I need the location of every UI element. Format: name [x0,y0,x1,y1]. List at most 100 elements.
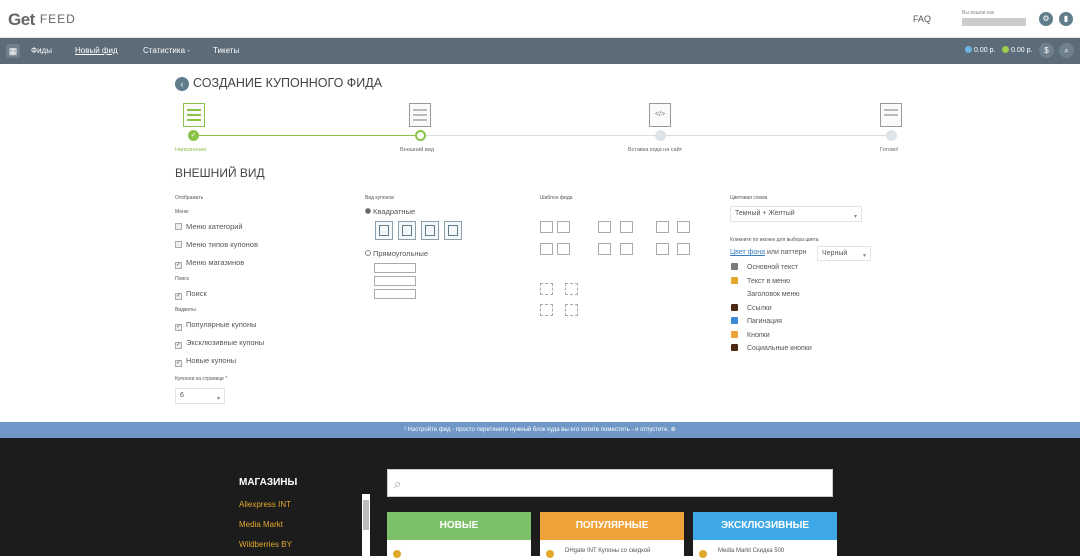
template-thumb[interactable] [598,221,611,233]
color-item[interactable]: Основной текст [731,263,798,271]
close-icon[interactable]: ⊗ [671,427,676,433]
logo[interactable]: Get FEED [8,10,76,30]
checkbox-new[interactable]: ✓ Новые купоны [175,356,236,367]
step-label: Внешний вид [400,147,435,153]
color-swatch[interactable] [731,263,738,270]
shop-link[interactable]: Aliexpress INT [239,500,291,509]
main-nav: ▦ Фиды Новый фид Статистика - Тикеты 0.0… [0,38,1080,64]
template-thumb[interactable] [620,243,633,255]
rect-layout-thumb[interactable] [374,263,416,273]
step-label: Вставка кода на сайт [628,147,683,153]
coupon-preview [387,540,531,558]
template-thumb[interactable] [540,221,553,233]
color-item[interactable]: Кнопки [731,331,770,339]
checkbox[interactable]: ✓ [175,293,182,300]
faq-link[interactable]: FAQ [913,14,931,24]
square-layout-thumb[interactable] [444,221,462,240]
tab-new[interactable]: НОВЫЕ [387,512,531,540]
template-thumb[interactable] [598,243,611,255]
checkbox-menu-shops[interactable]: ✓ Меню магазинов [175,258,244,269]
template-thumb[interactable] [677,243,690,255]
section-title: ВНЕШНИЙ ВИД [175,166,265,180]
pattern-select[interactable]: Черный ▾ [817,246,871,261]
settings-icon[interactable]: ⚙ [1039,12,1053,26]
back-icon[interactable]: ‹ [175,77,189,91]
shop-link[interactable]: Wildberries BY [239,540,292,549]
radio-square[interactable]: Квадратные [365,207,415,216]
balance-2: 0.00 р. [1002,46,1032,54]
per-page-label: Купонов на странице * [175,376,228,382]
color-swatch[interactable] [731,277,738,284]
square-layout-thumb[interactable] [421,221,439,240]
color-swatch[interactable] [731,331,738,338]
template-thumb[interactable] [656,243,669,255]
template-thumb[interactable] [677,221,690,233]
tab-exclusive[interactable]: ЭКСКЛЮЗИВНЫЕ [693,512,837,540]
template-thumb[interactable] [620,221,633,233]
checkbox[interactable] [175,223,182,230]
color-item[interactable]: Социальные кнопки [731,344,812,352]
checkbox-search[interactable]: ✓ Поиск [175,289,207,300]
color-swatch[interactable] [731,344,738,351]
nav-tickets[interactable]: Тикеты [213,46,239,55]
color-swatch[interactable] [731,317,738,324]
color-item[interactable]: Пагинация [731,317,782,325]
dollar-icon[interactable]: $ [1039,43,1054,58]
color-hint: Кликните по иконке для выбора цвета [730,237,819,243]
template-thumb[interactable] [540,243,553,255]
checkbox-exclusive[interactable]: ✓ Эксклюзивные купоны [175,338,264,349]
rect-layout-thumb[interactable] [374,276,416,286]
coin-icon [1002,46,1009,53]
step-label: Готово! [880,147,899,153]
template-thumb[interactable] [557,243,570,255]
coupon-view-heading: Вид купонов [365,195,394,201]
checkbox[interactable] [175,241,182,248]
tab-popular[interactable]: ПОПУЛЯРНЫЕ [540,512,684,540]
step-current-dot [415,130,426,141]
nav-new-feed[interactable]: Новый фид [75,46,118,55]
scrollbar-thumb[interactable] [363,500,369,530]
color-swatch[interactable] [731,304,738,311]
checkbox[interactable]: ✓ [175,342,182,349]
per-page-select[interactable]: 6 ▾ [175,388,225,404]
radio[interactable] [365,208,371,214]
checkbox-popular[interactable]: ✓ Популярные купоны [175,320,257,331]
shop-link[interactable]: Media Markt [239,520,283,529]
template-thumb[interactable] [565,283,578,295]
checkbox-menu-categories[interactable]: Меню категорий [175,222,243,231]
done-step-icon [880,103,902,127]
background-color-link[interactable]: Цвет фона [730,249,765,256]
trash-icon[interactable]: ▮ [1059,12,1073,26]
color-item[interactable]: Заголовок меню [731,290,800,298]
color-item[interactable]: Ссылки [731,304,772,312]
color-swatch[interactable] [731,290,738,297]
search-icon[interactable]: ⌕ [1059,43,1074,58]
square-layout-thumb[interactable] [398,221,416,240]
checkbox[interactable]: ✓ [175,324,182,331]
template-thumb[interactable] [656,221,669,233]
chevron-down-icon: ▾ [853,214,857,220]
radio-rect[interactable]: Прямоугольные [365,249,428,258]
code-step-icon: </> [649,103,671,127]
nav-statistics[interactable]: Статистика - [143,46,190,55]
page-title: СОЗДАНИЕ КУПОННОГО ФИДА [193,76,383,90]
chevron-down-icon: ▾ [216,396,220,402]
template-thumb[interactable] [557,221,570,233]
rect-layout-thumb[interactable] [374,289,416,299]
checkbox-menu-types[interactable]: Меню типов купонов [175,240,258,249]
radio[interactable] [365,250,371,256]
grid-icon[interactable]: ▦ [6,44,20,58]
preview-search-input[interactable]: ⌕ [387,469,833,497]
user-label: Вы вошли как [962,10,995,16]
template-thumb[interactable] [565,304,578,316]
nav-feeds[interactable]: Фиды [31,46,52,55]
template-thumb[interactable] [540,304,553,316]
color-item[interactable]: Текст в меню [731,277,790,285]
search-group-label: Поиск [175,276,189,282]
template-thumb[interactable] [540,283,553,295]
checkbox[interactable]: ✓ [175,262,182,269]
color-scheme-select[interactable]: Темный + Желтый ▾ [730,206,862,222]
square-layout-thumb[interactable] [375,221,393,240]
fill-step-icon [183,103,205,127]
checkbox[interactable]: ✓ [175,360,182,367]
